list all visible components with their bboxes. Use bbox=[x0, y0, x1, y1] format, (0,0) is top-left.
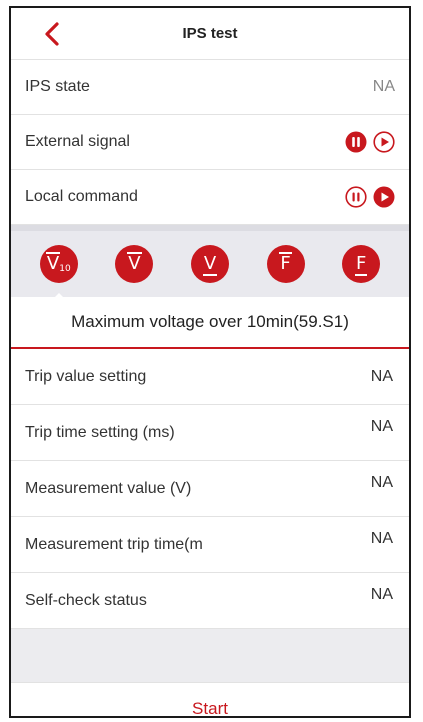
local-command-label: Local command bbox=[25, 188, 138, 205]
measurement-trip-time-label: Measurement trip time(m bbox=[25, 535, 203, 553]
external-signal-label: External signal bbox=[25, 133, 130, 150]
f-over-mode-symbol: F bbox=[279, 252, 293, 274]
ips-state-value: NA bbox=[372, 78, 395, 95]
measurement-value-label: Measurement value (V) bbox=[25, 479, 192, 497]
spacer-area bbox=[11, 629, 409, 683]
measurement-value-row: Measurement value (V) NA bbox=[11, 461, 409, 517]
trip-time-value: NA bbox=[370, 417, 393, 435]
self-check-label: Self-check status bbox=[25, 591, 147, 609]
f-under-mode-symbol: F bbox=[354, 253, 368, 276]
ips-state-label: IPS state bbox=[25, 78, 90, 95]
mode-description: Maximum voltage over 10min(59.S1) bbox=[11, 297, 409, 349]
v10-mode-symbol: V bbox=[45, 252, 61, 274]
start-button[interactable]: Start bbox=[11, 683, 409, 716]
mode-selector-bar: V 10 V V F F bbox=[11, 225, 409, 300]
trip-value-value: NA bbox=[370, 367, 393, 385]
external-signal-row: External signal bbox=[11, 115, 409, 170]
pause-filled-icon[interactable] bbox=[345, 131, 367, 153]
pause-outline-icon[interactable] bbox=[345, 186, 367, 208]
trip-value-label: Trip value setting bbox=[25, 367, 147, 385]
measurement-trip-time-row: Measurement trip time(m NA bbox=[11, 517, 409, 573]
v-under-mode-icon[interactable]: V bbox=[190, 245, 229, 283]
play-filled-icon[interactable] bbox=[373, 186, 395, 208]
self-check-value: NA bbox=[370, 585, 393, 603]
trip-time-label: Trip time setting (ms) bbox=[25, 423, 175, 441]
v10-mode-subscript: 10 bbox=[59, 264, 71, 274]
navigation-header: IPS test bbox=[11, 8, 409, 60]
play-outline-icon[interactable] bbox=[373, 131, 395, 153]
ips-state-row: IPS state NA bbox=[11, 60, 409, 115]
app-frame: IPS test IPS state NA External signal Lo… bbox=[9, 6, 411, 718]
measurement-trip-time-value: NA bbox=[370, 529, 393, 547]
trip-time-row: Trip time setting (ms) NA bbox=[11, 405, 409, 461]
v-over-mode-symbol: V bbox=[127, 252, 142, 274]
v-under-mode-symbol: V bbox=[202, 253, 218, 276]
v10-mode-icon[interactable]: V 10 bbox=[39, 245, 78, 300]
local-command-row: Local command bbox=[11, 170, 409, 225]
trip-value-row: Trip value setting NA bbox=[11, 349, 409, 405]
page-title: IPS test bbox=[182, 25, 238, 42]
f-over-mode-icon[interactable]: F bbox=[266, 245, 305, 283]
f-under-mode-icon[interactable]: F bbox=[342, 245, 381, 283]
v-over-mode-icon[interactable]: V bbox=[115, 245, 154, 283]
measurement-value-value: NA bbox=[370, 473, 393, 491]
self-check-row: Self-check status NA bbox=[11, 573, 409, 629]
